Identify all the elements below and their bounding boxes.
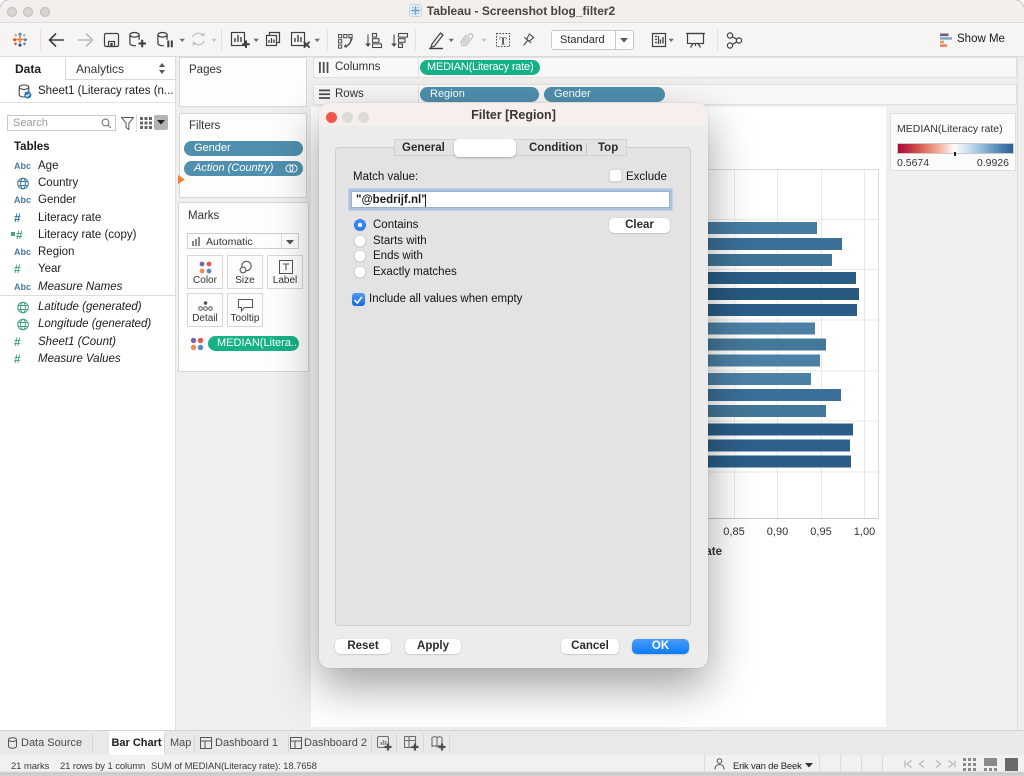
svg-text:T: T xyxy=(499,36,507,48)
svg-text:0,95: 0,95 xyxy=(810,526,831,538)
svg-text:1,00: 1,00 xyxy=(854,526,875,538)
svg-text:0,85: 0,85 xyxy=(723,526,744,538)
svg-text:0,90: 0,90 xyxy=(767,526,788,538)
